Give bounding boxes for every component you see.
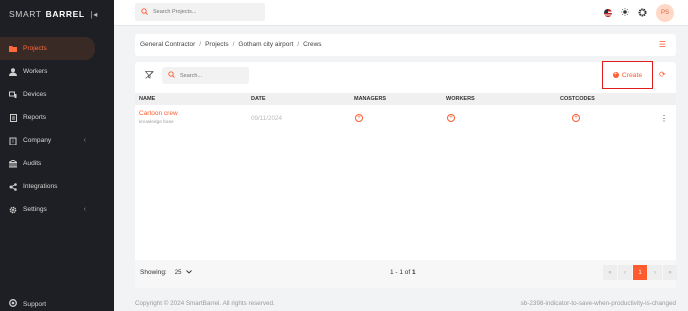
clear-filter-icon[interactable] — [144, 71, 154, 81]
logo[interactable]: SMART BARREL |◂ — [9, 9, 98, 19]
breadcrumb-general-contractor[interactable]: General Contractor — [140, 41, 195, 48]
breadcrumb-separator: / — [232, 41, 235, 48]
table-footer: Showing: 25 1 - 1 of 1 « ‹ 1 › » — [135, 260, 677, 288]
record-count-total: 1 — [412, 269, 416, 276]
chevron-left-icon: ‹ — [83, 137, 86, 144]
breadcrumb-panel: General Contractor / Projects / Gotham c… — [135, 34, 676, 56]
page-button-current[interactable]: 1 — [633, 265, 647, 280]
table-toolbar: + Create ⟳ — [135, 61, 676, 90]
sidebar-item-workers[interactable]: Workers — [0, 60, 114, 83]
sidebar-item-label: Reports — [23, 114, 47, 121]
page-size-control: Showing: 25 — [140, 269, 193, 276]
support-icon — [9, 299, 17, 309]
page-size-select[interactable]: 25 — [175, 270, 193, 276]
crew-search-input[interactable] — [180, 72, 249, 79]
column-header-name[interactable]: NAME — [139, 96, 155, 102]
breadcrumb: General Contractor / Projects / Gotham c… — [140, 41, 322, 48]
pagination: « ‹ 1 › » — [603, 265, 677, 280]
create-button[interactable]: + Create — [602, 61, 653, 89]
add-costcode-icon[interactable]: + — [572, 114, 580, 122]
plus-circle-icon: + — [612, 72, 619, 78]
breadcrumb-crews: Crews — [303, 41, 322, 48]
add-worker-icon[interactable]: + — [447, 114, 455, 122]
person-icon — [9, 67, 17, 76]
search-icon — [141, 7, 148, 17]
first-page-button[interactable]: « — [603, 265, 617, 280]
next-page-button[interactable]: › — [648, 265, 662, 280]
folder-icon — [9, 45, 17, 53]
sidebar-item-projects[interactable]: Projects — [0, 37, 95, 60]
search-icon — [168, 71, 175, 80]
breadcrumb-separator: / — [199, 41, 202, 48]
sidebar-nav: Projects Workers Devices Reports Company — [0, 37, 114, 221]
collapse-sidebar-icon[interactable]: |◂ — [91, 10, 98, 19]
logo-text-bold: BARREL — [45, 9, 85, 19]
record-count: 1 - 1 of 1 — [390, 269, 416, 276]
row-actions-kebab-icon[interactable]: ⋮ — [659, 113, 669, 125]
breadcrumb-separator: / — [297, 41, 300, 48]
breadcrumb-projects[interactable]: Projects — [205, 41, 228, 48]
user-avatar[interactable]: PS — [656, 4, 674, 22]
sidebar-item-label: Integrations — [23, 183, 58, 190]
table-header: NAME DATE MANAGERS WORKERS COSTCODES — [135, 93, 676, 105]
sidebar-item-label: Company — [23, 137, 52, 144]
crews-card: + Create ⟳ NAME DATE MANAGERS WORKERS CO… — [135, 61, 677, 288]
column-header-date[interactable]: DATE — [251, 96, 266, 102]
language-flag-icon[interactable] — [604, 9, 612, 17]
breadcrumb-project[interactable]: Gotham city airport — [238, 41, 293, 48]
crew-date: 09/11/2024 — [251, 115, 283, 122]
gear-icon — [9, 206, 17, 214]
last-page-button[interactable]: » — [663, 265, 677, 280]
project-search-input[interactable] — [153, 9, 265, 15]
column-header-workers: WORKERS — [446, 96, 475, 102]
sidebar-item-label: Audits — [23, 160, 42, 167]
crew-name-link[interactable]: Cartoon crew — [139, 110, 178, 117]
sidebar-item-reports[interactable]: Reports — [0, 106, 114, 129]
topbar: PS — [114, 0, 688, 26]
theme-toggle-icon[interactable] — [621, 8, 629, 18]
add-manager-icon[interactable]: + — [355, 114, 363, 122]
record-count-range: 1 - 1 of — [390, 269, 411, 276]
audit-icon — [9, 159, 17, 168]
sidebar-item-label: Workers — [23, 68, 48, 75]
sidebar-item-integrations[interactable]: Integrations — [0, 175, 114, 198]
sidebar-item-label: Settings — [23, 206, 47, 213]
support-label: Support — [23, 300, 47, 308]
showing-label: Showing: — [140, 269, 167, 276]
sidebar-item-audits[interactable]: Audits — [0, 152, 114, 175]
column-header-costcodes: COSTCODES — [560, 96, 595, 102]
support-link[interactable]: Support — [9, 299, 46, 309]
topbar-actions: PS — [604, 4, 674, 22]
build-branch-text: sb-2398-indicator-to-save-when-productiv… — [520, 300, 676, 307]
sidebar-item-label: Projects — [23, 45, 47, 52]
sidebar: SMARTBARREL |◂ Projects Workers Devices — [0, 0, 114, 311]
crew-subtitle: knowledge base — [139, 120, 174, 125]
hamburger-menu-icon[interactable]: ☰ — [659, 40, 666, 49]
refresh-icon[interactable]: ⟳ — [659, 70, 666, 79]
chevron-left-icon: ‹ — [83, 206, 86, 213]
sidebar-item-label: Devices — [23, 91, 47, 98]
copyright-text: Copyright © 2024 SmartBarrel. All rights… — [135, 300, 275, 307]
chevron-down-icon — [186, 269, 193, 276]
building-icon — [9, 137, 17, 145]
table-row: Cartoon crew knowledge base 09/11/2024 +… — [135, 108, 676, 132]
sidebar-item-settings[interactable]: Settings ‹ — [0, 198, 114, 221]
column-header-managers: MANAGERS — [354, 96, 387, 102]
devices-icon — [9, 91, 17, 99]
sidebar-item-company[interactable]: Company ‹ — [0, 129, 114, 152]
prev-page-button[interactable]: ‹ — [618, 265, 632, 280]
project-search[interactable] — [135, 3, 265, 21]
logo-text-light: SMART — [9, 9, 42, 19]
report-icon — [9, 113, 17, 122]
create-label: Create — [621, 71, 643, 79]
settings-gear-icon[interactable] — [638, 8, 647, 19]
sidebar-item-devices[interactable]: Devices — [0, 83, 114, 106]
integrations-icon — [9, 182, 17, 191]
crew-search[interactable] — [162, 67, 249, 84]
page-size-value: 25 — [174, 269, 182, 276]
